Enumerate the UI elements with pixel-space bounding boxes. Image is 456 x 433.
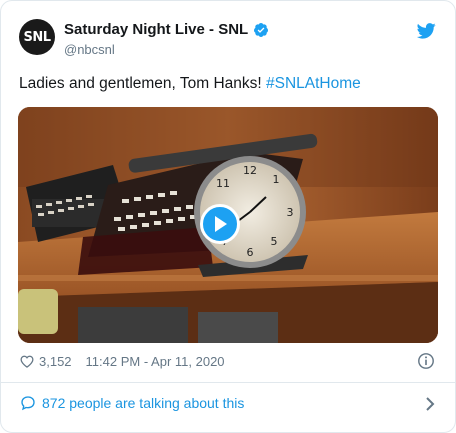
svg-text:12: 12 xyxy=(243,164,257,177)
avatar-logo-text: SNL xyxy=(23,29,51,45)
tweet-meta: 3,152 11:42 PM - Apr 11, 2020 xyxy=(20,351,225,371)
name-row: Saturday Night Live - SNL xyxy=(64,20,269,39)
avatar[interactable]: SNL xyxy=(19,19,55,55)
tweet-timestamp[interactable]: 11:42 PM - Apr 11, 2020 xyxy=(86,354,225,369)
svg-text:6: 6 xyxy=(247,246,254,259)
hashtag-link[interactable]: #SNLAtHome xyxy=(266,75,361,92)
account-info: Saturday Night Live - SNL @nbcsnl xyxy=(64,20,269,57)
like-count: 3,152 xyxy=(39,353,72,369)
svg-text:11: 11 xyxy=(216,177,230,190)
like-button[interactable]: 3,152 xyxy=(20,354,72,369)
account-handle[interactable]: @nbcsnl xyxy=(64,42,269,57)
conversation-link[interactable]: 872 people are talking about this xyxy=(1,383,455,423)
svg-text:5: 5 xyxy=(271,235,278,248)
conversation-label: 872 people are talking about this xyxy=(42,395,245,411)
svg-text:1: 1 xyxy=(273,173,280,186)
tweet-card: SNL Saturday Night Live - SNL @nbcsnl La… xyxy=(0,0,456,433)
verified-badge-icon xyxy=(253,22,269,38)
heart-icon xyxy=(20,355,34,368)
chevron-right-icon xyxy=(426,397,435,411)
play-button[interactable] xyxy=(200,204,240,244)
tweet-text: Ladies and gentlemen, Tom Hanks! #SNLAtH… xyxy=(19,74,361,94)
play-icon xyxy=(215,216,227,232)
speech-bubble-icon xyxy=(21,396,35,411)
display-name[interactable]: Saturday Night Live - SNL xyxy=(64,21,248,38)
twitter-bird-icon[interactable] xyxy=(417,23,436,39)
tweet-text-body: Ladies and gentlemen, Tom Hanks! xyxy=(19,75,267,92)
svg-text:3: 3 xyxy=(287,206,294,219)
video-media[interactable]: 12 1 3 5 6 7 9 11 xyxy=(18,107,438,343)
info-icon[interactable] xyxy=(417,352,435,370)
